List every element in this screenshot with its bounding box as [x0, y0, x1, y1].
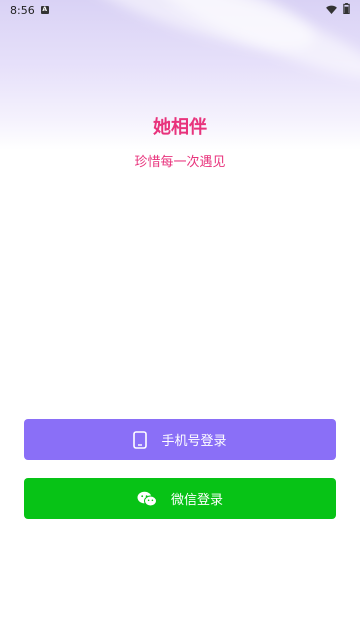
phone-icon — [133, 430, 148, 449]
wifi-icon — [326, 4, 337, 17]
app-title: 她相伴 — [153, 117, 207, 138]
wechat-login-label: 微信登录 — [170, 493, 223, 508]
phone-login-label: 手机号登录 — [161, 434, 227, 449]
login-screen: 8:56 A 她相伴 珍惜每一次遇见 手机号登录 微信登录 — [0, 0, 360, 640]
wechat-login-button[interactable]: 微信登录 — [24, 478, 336, 519]
wechat-icon — [137, 491, 157, 507]
a-icon: A — [40, 6, 49, 14]
status-time: 8:56 — [10, 3, 35, 17]
app-slogan: 珍惜每一次遇见 — [134, 155, 226, 170]
status-bar: 8:56 A — [0, 0, 360, 20]
phone-login-button[interactable]: 手机号登录 — [24, 419, 336, 460]
battery-icon — [343, 3, 350, 17]
